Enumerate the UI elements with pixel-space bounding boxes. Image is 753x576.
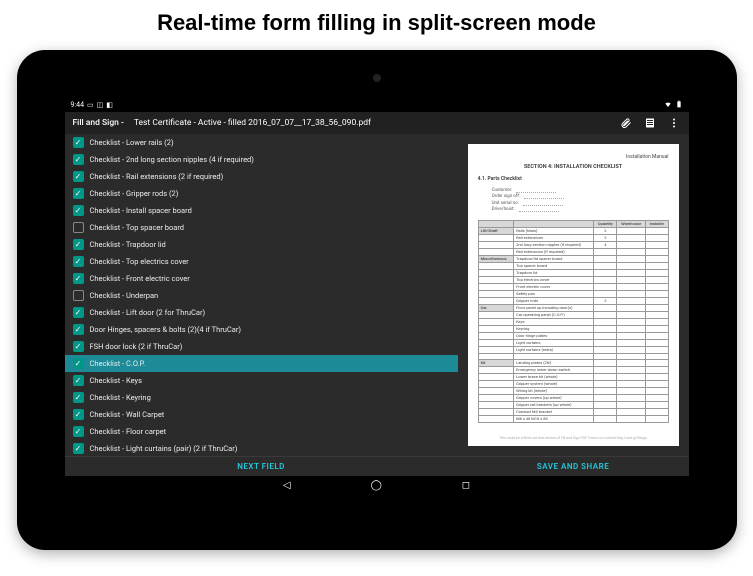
checkbox[interactable] bbox=[73, 154, 84, 165]
pdf-manual-label: Installation Manual bbox=[478, 154, 669, 160]
list-item-label: Checklist - Keyring bbox=[90, 393, 151, 402]
nav-home-icon[interactable]: ◯ bbox=[371, 480, 382, 491]
list-item-label: Checklist - Underpan bbox=[90, 291, 159, 300]
checkbox[interactable] bbox=[73, 137, 84, 148]
list-item[interactable]: Checklist - Trapdoor lid bbox=[65, 236, 458, 253]
pdf-footer-note: This could be a filled out trial version… bbox=[478, 436, 669, 440]
list-item[interactable]: Checklist - Top electrics cover bbox=[65, 253, 458, 270]
list-item-label: Checklist - Lower rails (2) bbox=[90, 138, 174, 147]
more-icon[interactable] bbox=[667, 116, 681, 130]
list-item-label: Checklist - Gripper rods (2) bbox=[90, 189, 179, 198]
sync-icon: ◫ bbox=[97, 101, 104, 109]
app-bar: Fill and Sign - Test Certificate - Activ… bbox=[65, 112, 689, 134]
list-item[interactable]: Checklist - Lift door (2 for ThruCar) bbox=[65, 304, 458, 321]
list-item-label: Checklist - Top electrics cover bbox=[90, 257, 189, 266]
list-item[interactable]: Checklist - Lower rails (2) bbox=[65, 134, 458, 151]
list-item[interactable]: Checklist - Wall Carpet bbox=[65, 406, 458, 423]
checkbox[interactable] bbox=[73, 307, 84, 318]
checkbox[interactable] bbox=[73, 443, 84, 454]
list-item[interactable]: Checklist - Top spacer board bbox=[65, 219, 458, 236]
android-nav-bar: ◁ ◯ ◻ bbox=[65, 476, 689, 494]
checkbox[interactable] bbox=[73, 188, 84, 199]
pdf-section-title: SECTION 4: INSTALLATION CHECKLIST bbox=[478, 164, 669, 170]
list-item[interactable]: Door Hinges, spacers & bolts (2)(4 if Th… bbox=[65, 321, 458, 338]
checkbox[interactable] bbox=[73, 205, 84, 216]
wifi-icon bbox=[664, 100, 672, 110]
list-item-label: Checklist - Top spacer board bbox=[90, 223, 185, 232]
battery-icon bbox=[675, 100, 683, 110]
list-item-label: Checklist - Install spacer board bbox=[90, 206, 192, 215]
list-item[interactable]: Checklist - 2nd long section nipples (4 … bbox=[65, 151, 458, 168]
list-item[interactable]: Checklist - Front electric cover bbox=[65, 270, 458, 287]
checkbox[interactable] bbox=[73, 324, 84, 335]
checklist[interactable]: Checklist - Lower rails (2) Checklist - 2… bbox=[65, 134, 458, 456]
list-item-label: Checklist - Wall Carpet bbox=[90, 410, 165, 419]
list-item-label: Checklist - Lift door (2 for ThruCar) bbox=[90, 308, 206, 317]
app-title: Fill and Sign - bbox=[73, 118, 124, 128]
document-view-icon[interactable] bbox=[643, 116, 657, 130]
list-item[interactable]: Checklist - Install spacer board bbox=[65, 202, 458, 219]
list-item[interactable]: Checklist - Gripper rods (2) bbox=[65, 185, 458, 202]
list-item-label: Checklist - Floor carpet bbox=[90, 427, 167, 436]
list-item-label: FSH door lock (2 if ThruCar) bbox=[90, 342, 183, 351]
pdf-form-fields: Customer:Order sign off:Unit serial no:D… bbox=[492, 186, 669, 214]
list-item[interactable]: Checklist - Floor carpet bbox=[65, 423, 458, 440]
device-screen: 9:44 ▭ ◫ ◧ Fill and Sign - Test Certific… bbox=[65, 98, 689, 494]
tab-icon: ▭ bbox=[87, 101, 94, 109]
list-item-label: Door Hinges, spacers & bolts (2)(4 if Th… bbox=[90, 325, 242, 334]
attach-icon[interactable] bbox=[619, 116, 633, 130]
form-field-list-pane: Checklist - Lower rails (2) Checklist - 2… bbox=[65, 134, 458, 476]
list-item[interactable]: Checklist - C.O.P. bbox=[65, 355, 458, 372]
list-item[interactable]: Checklist - Light curtains (pair) (2 if … bbox=[65, 440, 458, 456]
list-item[interactable]: FSH door lock (2 if ThruCar) bbox=[65, 338, 458, 355]
list-item-label: Checklist - Rail extensions (2 if requir… bbox=[90, 172, 224, 181]
nav-back-icon[interactable]: ◁ bbox=[283, 480, 291, 491]
list-item[interactable]: Checklist - Rail extensions (2 if requir… bbox=[65, 168, 458, 185]
checkbox[interactable] bbox=[73, 375, 84, 386]
save-share-button[interactable]: SAVE AND SHARE bbox=[458, 456, 689, 476]
status-bar: 9:44 ▭ ◫ ◧ bbox=[65, 98, 689, 112]
checkbox[interactable] bbox=[73, 426, 84, 437]
app-icon: ◧ bbox=[106, 101, 113, 109]
checkbox[interactable] bbox=[73, 409, 84, 420]
checkbox[interactable] bbox=[73, 290, 84, 301]
list-item-label: Checklist - C.O.P. bbox=[90, 359, 146, 368]
document-title: Test Certificate - Active - filled 2016_… bbox=[134, 118, 609, 128]
checkbox[interactable] bbox=[73, 222, 84, 233]
list-item[interactable]: Checklist - Underpan bbox=[65, 287, 458, 304]
list-item[interactable]: Checklist - Keyring bbox=[65, 389, 458, 406]
list-item-label: Checklist - Keys bbox=[90, 376, 142, 385]
status-time: 9:44 bbox=[71, 101, 85, 109]
tablet-camera bbox=[373, 74, 381, 82]
checkbox[interactable] bbox=[73, 392, 84, 403]
document-preview-pane: Installation Manual SECTION 4: INSTALLAT… bbox=[458, 134, 689, 476]
pdf-parts-table: QuantityWarehouseInstallerLift/ShaftRail… bbox=[478, 220, 669, 423]
list-item-label: Checklist - Light curtains (pair) (2 if … bbox=[90, 444, 238, 453]
list-item-label: Checklist - Trapdoor lid bbox=[90, 240, 166, 249]
list-item-label: Checklist - Front electric cover bbox=[90, 274, 190, 283]
nav-recent-icon[interactable]: ◻ bbox=[462, 480, 470, 491]
checkbox[interactable] bbox=[73, 256, 84, 267]
checkbox[interactable] bbox=[73, 171, 84, 182]
tablet-frame: 9:44 ▭ ◫ ◧ Fill and Sign - Test Certific… bbox=[17, 50, 737, 550]
checkbox[interactable] bbox=[73, 239, 84, 250]
list-item-label: Checklist - 2nd long section nipples (4 … bbox=[90, 155, 254, 164]
list-item[interactable]: Checklist - Keys bbox=[65, 372, 458, 389]
pdf-page[interactable]: Installation Manual SECTION 4: INSTALLAT… bbox=[468, 144, 679, 446]
next-field-button[interactable]: NEXT FIELD bbox=[65, 456, 458, 476]
checkbox[interactable] bbox=[73, 358, 84, 369]
checkbox[interactable] bbox=[73, 341, 84, 352]
checkbox[interactable] bbox=[73, 273, 84, 284]
pdf-subtitle: 4.1. Parts Checklist bbox=[478, 176, 669, 182]
page-caption: Real-time form filling in split-screen m… bbox=[157, 10, 596, 36]
